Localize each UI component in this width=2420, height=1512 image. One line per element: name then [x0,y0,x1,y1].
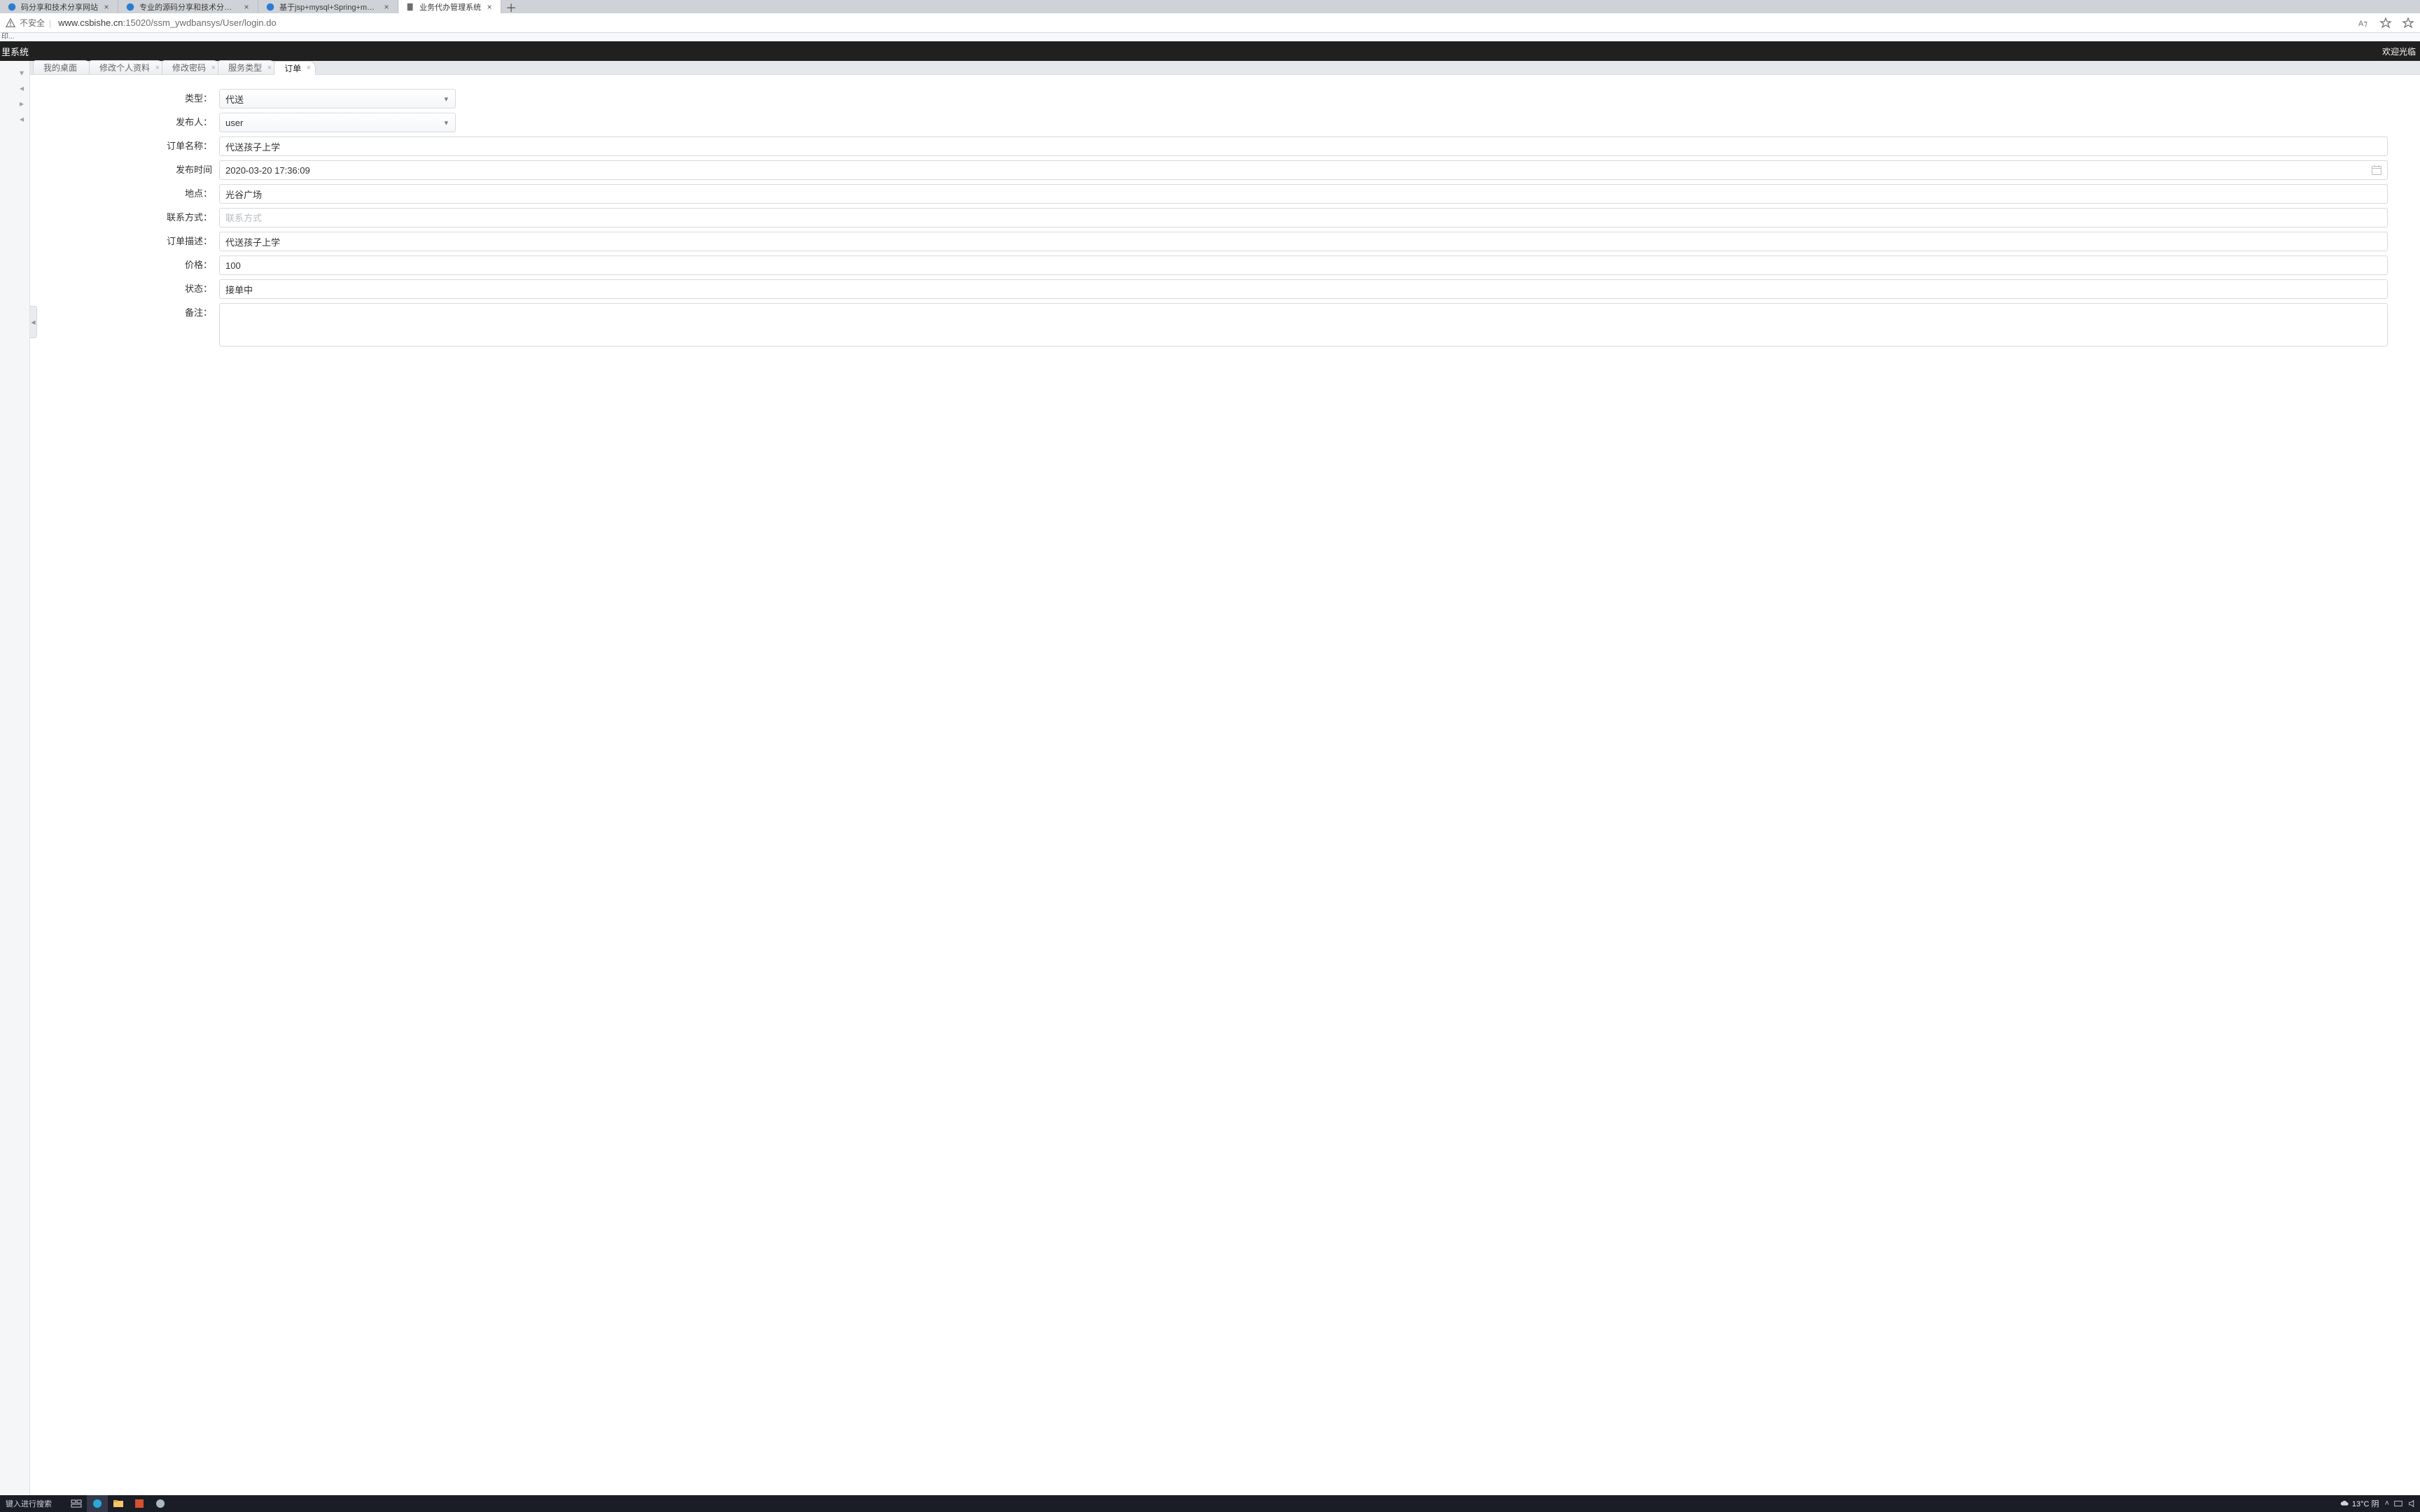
cloud-icon [2339,1499,2349,1508]
remark-textarea[interactable] [219,303,2388,346]
network-icon[interactable] [2393,1499,2403,1508]
taskbar: 键入进行搜索 13°C 阴 ˄ [0,1495,2420,1512]
url-path: :15020/ssm_ywdbansys/User/login.do [123,18,277,28]
label-location: 地点： [30,184,219,204]
sidebar-item-next[interactable]: ▸ [0,96,29,111]
close-icon[interactable]: × [267,64,272,72]
label-publish-time: 发布时间 [30,160,219,180]
favorites-icon[interactable] [2402,17,2414,29]
tab-desktop[interactable]: 我的桌面 [33,60,92,74]
label-contact: 联系方式： [30,208,219,227]
contact-input[interactable] [219,208,2388,227]
price-input[interactable] [219,255,2388,275]
browser-tab-title: 业务代办管理系统 [419,1,481,13]
close-icon[interactable]: × [102,3,111,11]
publish-time-input[interactable] [219,160,2388,180]
type-select[interactable]: 代送 ▾ [219,89,456,108]
tab-order[interactable]: 订单 × [274,61,316,75]
favicon-icon [125,2,135,12]
mini-toolbar[interactable]: 印... [0,33,2420,41]
document-icon [405,2,415,12]
volume-icon[interactable] [2407,1499,2417,1508]
browser-tab-title: 码分享和技术分享网站 [21,1,98,13]
new-tab-button[interactable]: ＋ [501,0,521,13]
app-brand: 里系统 [0,45,29,58]
browser-tab-title: 专业的源码分享和技术分享网站 [139,1,238,13]
url-field[interactable]: www.csbishe.cn:15020/ssm_ywdbansys/User/… [58,18,2350,28]
welcome-text: 欢迎光临 [2382,46,2416,57]
close-icon[interactable]: × [211,64,216,72]
read-aloud-icon[interactable]: A⁊ [2357,17,2370,29]
browser-tab-title: 基于jsp+mysql+Spring+mybati [279,1,378,13]
favicon-icon [7,2,17,12]
tab-label: 修改密码 [172,62,206,74]
sidebar: ▾ ◂ ▸ ◂ [0,61,30,1495]
tab-profile[interactable]: 修改个人资料 × [89,60,165,74]
explorer-app-icon[interactable] [108,1495,129,1512]
close-icon[interactable]: × [155,64,160,72]
tab-label: 订单 [284,62,301,74]
task-view-button[interactable] [66,1495,87,1512]
url-host: www.csbishe.cn [58,18,123,28]
select-value: user [225,118,243,128]
unsafe-label: 不安全 [20,17,45,29]
browser-tab-strip: 码分享和技术分享网站 × 专业的源码分享和技术分享网站 × 基于jsp+mysq… [0,0,2420,13]
publisher-select[interactable]: user ▾ [219,113,456,132]
browser-tab[interactable]: 码分享和技术分享网站 × [0,0,118,13]
weather-widget[interactable]: 13°C 阴 [2339,1498,2379,1509]
powerpoint-app-icon[interactable] [129,1495,150,1512]
page-tab-bar: 我的桌面 修改个人资料 × 修改密码 × 服务类型 × 订单 × [30,61,2420,75]
security-indicator[interactable]: 不安全 | [6,17,51,29]
sidebar-item-prev[interactable]: ◂ [0,80,29,96]
browser-tab[interactable]: 基于jsp+mysql+Spring+mybati × [258,0,398,13]
label-remark: 备注： [30,303,219,323]
taskbar-search[interactable]: 键入进行搜索 [3,1498,63,1509]
order-form: 类型： 代送 ▾ 发布人： user ▾ 订单名称： 发布时间 [30,75,2420,367]
order-desc-input[interactable] [219,232,2388,251]
address-bar: 不安全 | www.csbishe.cn:15020/ssm_ywdbansys… [0,13,2420,33]
close-icon[interactable]: × [307,64,311,72]
favorites-add-icon[interactable] [2379,17,2392,29]
tray-chevron-icon[interactable]: ˄ [2385,1499,2389,1508]
generic-app-icon[interactable] [150,1495,171,1512]
chevron-down-icon: ▾ [444,94,448,104]
edge-app-icon[interactable] [87,1495,108,1512]
tab-label: 我的桌面 [43,62,77,74]
tab-label: 修改个人资料 [99,62,150,74]
close-icon[interactable]: × [382,3,391,11]
app-header: 里系统 欢迎光临 [0,41,2420,61]
content-area: 类型： 代送 ▾ 发布人： user ▾ 订单名称： 发布时间 [30,75,2420,1495]
browser-tab[interactable]: 专业的源码分享和技术分享网站 × [118,0,258,13]
status-input[interactable] [219,279,2388,299]
label-status: 状态： [30,279,219,299]
favicon-icon [265,2,275,12]
workspace: ▾ ◂ ▸ ◂ 我的桌面 修改个人资料 × 修改密码 × 服务类型 × 订单 × ◂ 类… [0,61,2420,1495]
label-order-desc: 订单描述： [30,232,219,251]
close-icon[interactable]: × [242,3,251,11]
tab-service-type[interactable]: 服务类型 × [218,60,277,74]
sidebar-toggle[interactable]: ▾ [0,65,29,80]
tab-label: 服务类型 [228,62,262,74]
label-order-name: 订单名称： [30,136,219,156]
separator: | [49,18,51,28]
weather-text: 13°C 阴 [2352,1498,2379,1509]
tab-password[interactable]: 修改密码 × [162,60,221,74]
location-input[interactable] [219,184,2388,204]
svg-text:A⁊: A⁊ [2358,20,2367,28]
sidebar-item-collapse[interactable]: ◂ [0,111,29,127]
select-value: 代送 [225,92,244,106]
order-name-input[interactable] [219,136,2388,156]
close-icon[interactable]: × [485,3,494,11]
warning-icon [6,18,15,28]
chevron-down-icon: ▾ [444,118,448,127]
label-type: 类型： [30,89,219,108]
browser-tab-active[interactable]: 业务代办管理系统 × [398,0,501,13]
label-price: 价格： [30,255,219,275]
label-publisher: 发布人： [30,113,219,132]
